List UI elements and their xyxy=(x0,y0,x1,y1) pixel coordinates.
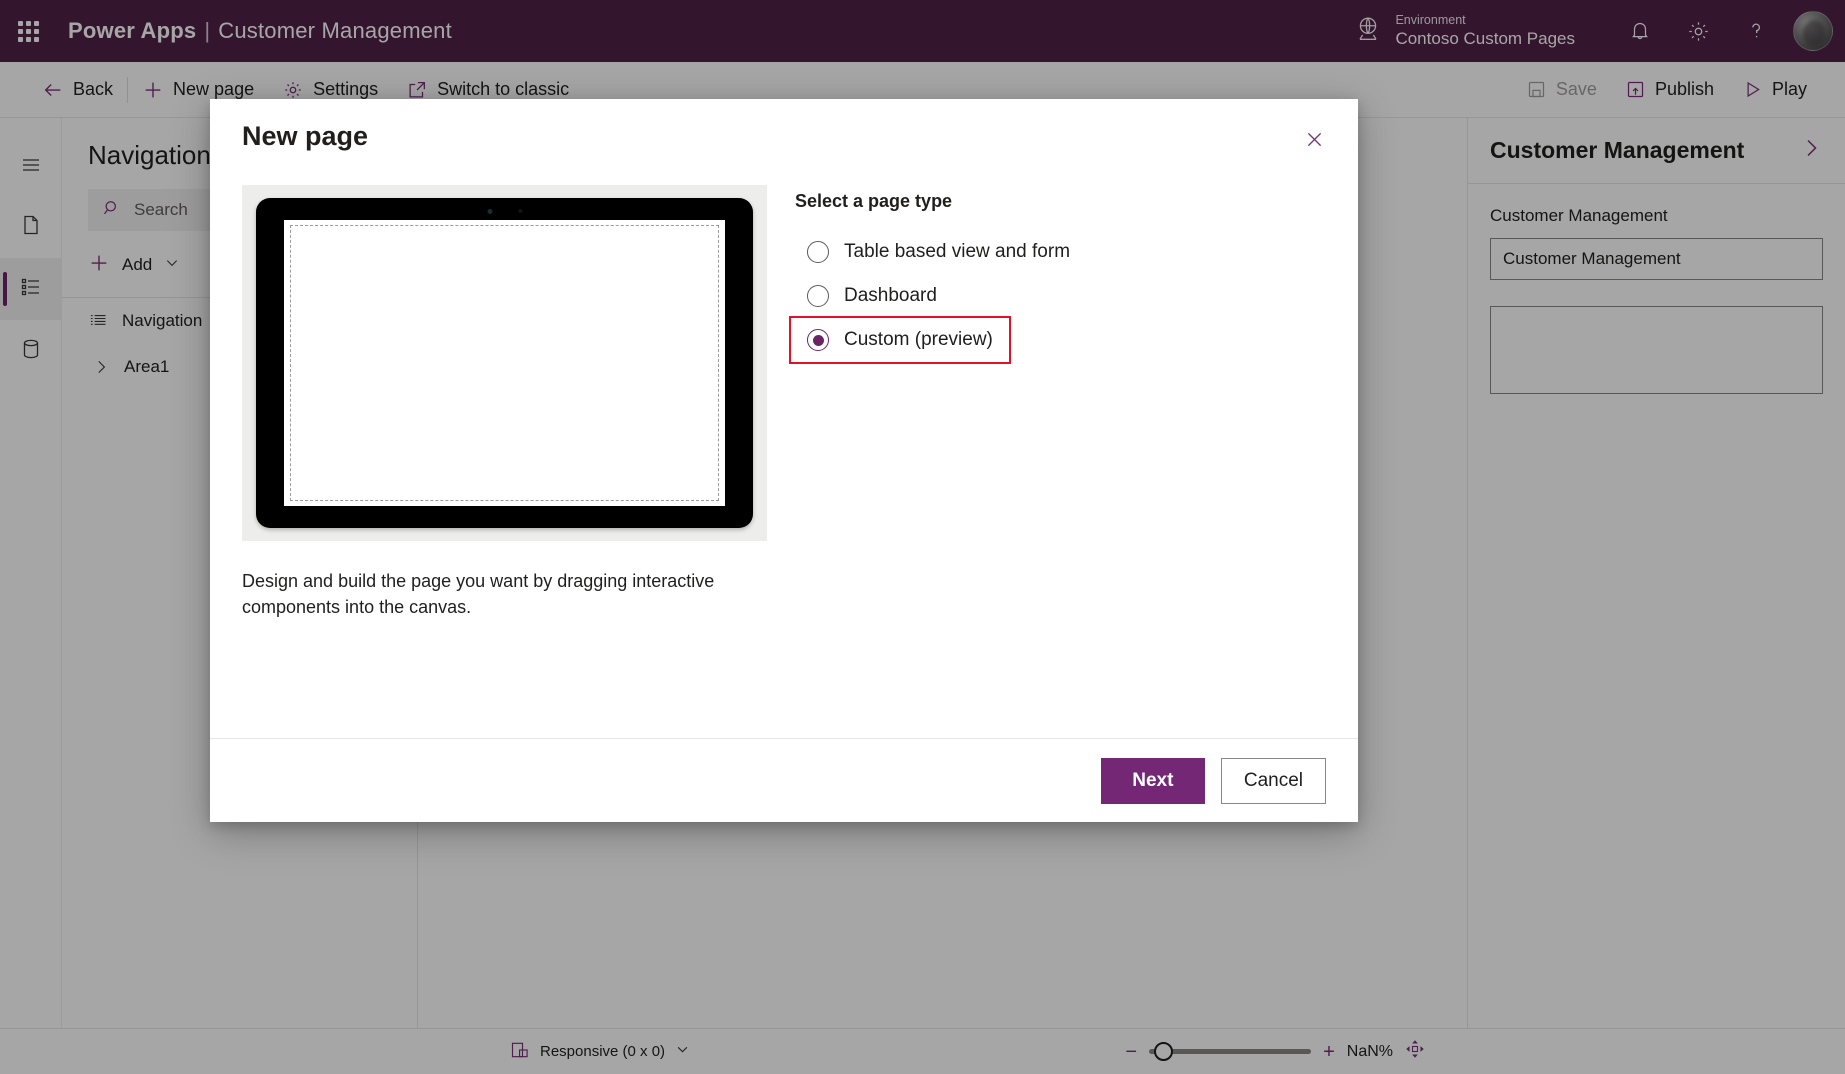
dialog-footer: Next Cancel xyxy=(210,738,1358,822)
new-page-dialog: New page Design and build the page you w… xyxy=(210,99,1358,822)
power-apps-window: Power Apps | Customer Management Environme… xyxy=(0,0,1845,1074)
radio-label: Table based view and form xyxy=(844,241,1071,262)
radio-option-dashboard[interactable]: Dashboard xyxy=(791,274,953,318)
radio-label: Custom (preview) xyxy=(844,329,993,350)
select-page-type-label: Select a page type xyxy=(795,191,953,211)
device-screen-dashed-area xyxy=(290,225,719,501)
page-type-preview xyxy=(242,185,767,541)
next-button[interactable]: Next xyxy=(1100,757,1205,804)
dialog-options-column: Select a page type Table based view and … xyxy=(789,185,1326,738)
cancel-button[interactable]: Cancel xyxy=(1220,757,1326,804)
close-icon[interactable] xyxy=(1296,121,1332,157)
radio-option-custom-preview[interactable]: Custom (preview) xyxy=(789,316,1011,364)
device-screen xyxy=(284,220,725,506)
radio-icon-selected xyxy=(807,329,829,351)
device-camera-dots xyxy=(487,209,522,214)
radio-icon xyxy=(807,241,829,263)
dialog-preview-column: Design and build the page you want by dr… xyxy=(242,185,767,738)
dialog-title: New page xyxy=(242,121,369,151)
radio-icon xyxy=(807,285,829,307)
dialog-header: New page xyxy=(210,99,1358,157)
page-type-description: Design and build the page you want by dr… xyxy=(242,571,715,617)
radio-option-table-based-view-and-form[interactable]: Table based view and form xyxy=(791,230,1086,274)
tablet-device-illustration xyxy=(256,198,753,528)
dialog-body: Design and build the page you want by dr… xyxy=(210,157,1358,738)
radio-label: Dashboard xyxy=(844,285,937,306)
